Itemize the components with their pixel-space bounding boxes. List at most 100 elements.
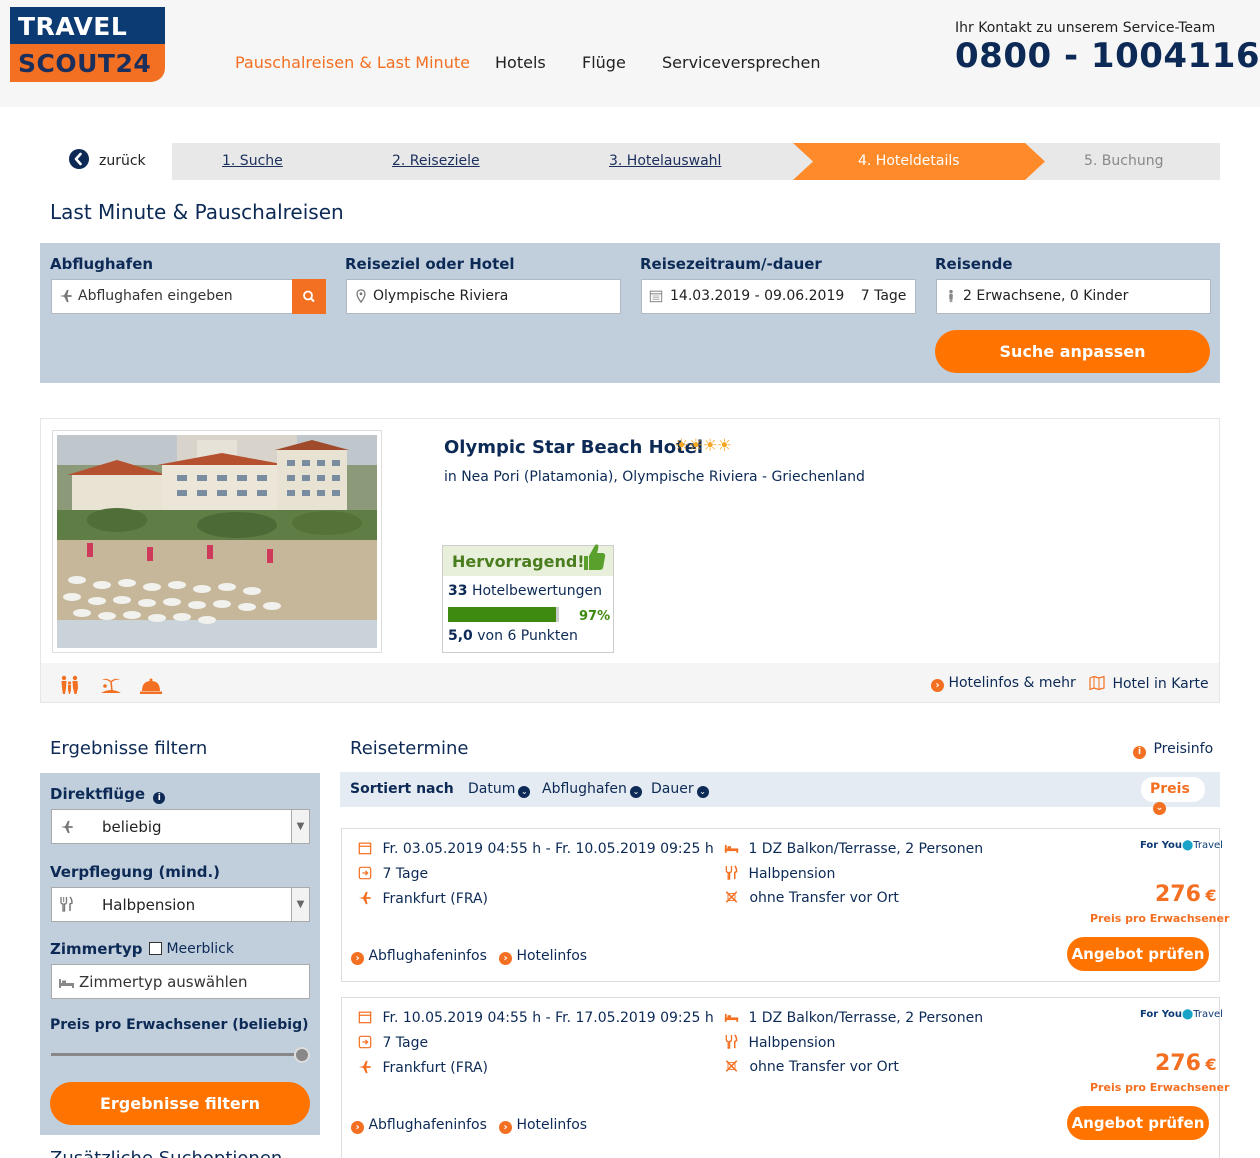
room-type-input[interactable]: Zimmertyp auswählen: [51, 964, 310, 999]
info-icon: i: [1133, 746, 1146, 759]
step-suche[interactable]: 1. Suche: [222, 153, 283, 169]
step-hotelauswahl[interactable]: 3. Hotelauswahl: [609, 153, 721, 169]
plane-icon: [358, 1060, 371, 1074]
hotel-map-link[interactable]: Hotel in Karte: [1089, 675, 1209, 692]
hotel-info-label: Hotelinfos: [516, 948, 588, 964]
back-arrow-icon[interactable]: [69, 149, 89, 169]
offer-transfer-row: ohne Transfer vor Ort: [724, 1059, 899, 1075]
review-label: Hotelbewertungen: [471, 583, 602, 599]
results-title: Reisetermine: [350, 738, 469, 759]
check-offer-button[interactable]: Angebot prüfen: [1067, 937, 1209, 971]
offer-airport: Frankfurt (FRA): [382, 1060, 489, 1076]
chevron-right-icon: ›: [931, 679, 944, 692]
hotel-map-label: Hotel in Karte: [1112, 676, 1209, 692]
travelers-value: 2 Erwachsene, 0 Kinder: [963, 288, 1129, 304]
destination-input[interactable]: Olympische Riviera: [346, 279, 621, 314]
offer-dates-row: Fr. 10.05.2019 04:55 h - Fr. 17.05.2019 …: [358, 1010, 714, 1026]
offer-price-value: 276: [1155, 882, 1201, 907]
step-hoteldetails: 4. Hoteldetails: [858, 153, 960, 169]
sort-airport-label: Abflughafen: [542, 781, 627, 797]
duration-value: 7 Tage: [860, 288, 907, 304]
price-filter-label: Preis pro Erwachsener (beliebig): [50, 1017, 309, 1033]
calendar-icon: [358, 842, 372, 855]
direct-flights-label: Direktflüge i: [50, 785, 166, 804]
sort-by-date[interactable]: Datum ⌄: [468, 781, 531, 798]
nav-pauschalreisen[interactable]: Pauschalreisen & Last Minute: [235, 53, 470, 72]
person-icon: [949, 289, 953, 303]
no-transfer-icon: [725, 1060, 738, 1072]
price-slider-track[interactable]: [51, 1053, 301, 1056]
step-buchung: 5. Buchung: [1084, 153, 1164, 169]
offer-transfer-row: ohne Transfer vor Ort: [724, 890, 899, 906]
location-pin-icon: [356, 289, 366, 303]
offer-airport-info-link[interactable]: › Abflughafeninfos: [351, 948, 487, 965]
board-select[interactable]: Halbpension ▼: [51, 887, 310, 922]
seaview-checkbox-wrap[interactable]: Meerblick: [149, 941, 234, 957]
offer-hotel-info-link[interactable]: › Hotelinfos: [499, 948, 587, 965]
airport-search-button[interactable]: [292, 279, 326, 314]
price-info-link[interactable]: i Preisinfo: [1133, 741, 1213, 759]
period-input[interactable]: 14.03.2019 - 09.06.2019 7 Tage: [641, 279, 916, 314]
direct-flights-select[interactable]: beliebig ▼: [51, 809, 310, 844]
hotel-name: Olympic Star Beach Hotel: [444, 437, 704, 458]
offer-room-row: 1 DZ Balkon/Terrasse, 2 Personen: [724, 841, 983, 857]
rating-points-value: 5,0: [448, 628, 473, 644]
offer-airport-info-link[interactable]: › Abflughafeninfos: [351, 1117, 487, 1134]
sort-by-price[interactable]: Preis ⌄: [1141, 777, 1205, 815]
offer-board-row: Halbpension: [724, 865, 835, 882]
chevron-right-icon: ›: [499, 952, 512, 965]
check-offer-button[interactable]: Angebot prüfen: [1067, 1106, 1209, 1140]
chevron-down-icon: ⌄: [696, 786, 709, 798]
offer-price-sub: Preis pro Erwachsener: [1090, 912, 1230, 925]
apply-filter-button[interactable]: Ergebnisse filtern: [50, 1082, 310, 1125]
hotel-info-label: Hotelinfos & mehr: [948, 675, 1076, 691]
chevron-down-icon: ⌄: [629, 786, 642, 798]
bed-icon: [724, 1013, 739, 1022]
back-link[interactable]: zurück: [99, 153, 146, 169]
rating-percent: 97%: [579, 609, 611, 624]
tour-operator-logo: For You⬤Travel: [1140, 840, 1223, 851]
offer-duration-row: 7 Tage: [358, 866, 428, 882]
offer-room: 1 DZ Balkon/Terrasse, 2 Personen: [748, 1010, 984, 1026]
offer-hotel-info-link[interactable]: › Hotelinfos: [499, 1117, 587, 1134]
price-slider-handle[interactable]: [294, 1047, 310, 1063]
hotel-photo[interactable]: [52, 430, 382, 653]
sort-by-duration[interactable]: Dauer ⌄: [651, 781, 709, 798]
nav-serviceversprechen[interactable]: Serviceversprechen: [662, 53, 821, 72]
airport-input[interactable]: Abflughafen eingeben: [51, 279, 293, 314]
location-pin-icon: ⬤: [1182, 1009, 1194, 1020]
cutlery-icon: [725, 865, 738, 880]
room-type-label: Zimmertyp: [50, 940, 143, 958]
hotel-info-link[interactable]: › Hotelinfos & mehr: [931, 675, 1076, 692]
travelscout24-logo[interactable]: TRAVEL SCOUT24: [10, 7, 165, 82]
offer-airport: Frankfurt (FRA): [382, 891, 489, 907]
destination-value: Olympische Riviera: [373, 288, 509, 304]
page-title: Last Minute & Pauschalreisen: [50, 200, 344, 224]
chevron-down-icon: ▼: [291, 888, 309, 921]
adjust-search-button[interactable]: Suche anpassen: [935, 330, 1210, 373]
nav-fluege[interactable]: Flüge: [582, 53, 626, 72]
seaview-checkbox[interactable]: [149, 942, 162, 955]
map-icon: [1089, 675, 1105, 691]
offer-airport-row: Frankfurt (FRA): [358, 1060, 488, 1076]
offer-price-sub: Preis pro Erwachsener: [1090, 1081, 1230, 1094]
step-reiseziele[interactable]: 2. Reiseziele: [392, 153, 480, 169]
period-label: Reisezeitraum/-dauer: [640, 255, 822, 273]
price-info-label: Preisinfo: [1153, 741, 1214, 757]
operator-name-a: For You: [1140, 840, 1183, 851]
sort-by-airport[interactable]: Abflughafen ⌄: [542, 781, 642, 798]
travelers-input[interactable]: 2 Erwachsene, 0 Kinder: [936, 279, 1211, 314]
nav-hotels[interactable]: Hotels: [495, 53, 546, 72]
star-icon: ☀: [702, 436, 718, 456]
chevron-right-icon: ›: [351, 1121, 364, 1134]
sort-label: Sortiert nach: [350, 781, 454, 797]
chevron-down-icon: ⌄: [1153, 802, 1166, 815]
logo-line-2: SCOUT24: [10, 44, 165, 82]
thumbs-up-icon: [584, 544, 606, 570]
contact-phone[interactable]: 0800 - 1004116: [955, 36, 1260, 76]
info-icon[interactable]: i: [153, 792, 166, 804]
direct-flights-label-text: Direktflüge: [50, 785, 146, 803]
filter-title: Ergebnisse filtern: [50, 738, 208, 759]
chevron-down-icon: ▼: [291, 810, 309, 843]
review-count-line[interactable]: 33 Hotelbewertungen: [448, 583, 602, 599]
